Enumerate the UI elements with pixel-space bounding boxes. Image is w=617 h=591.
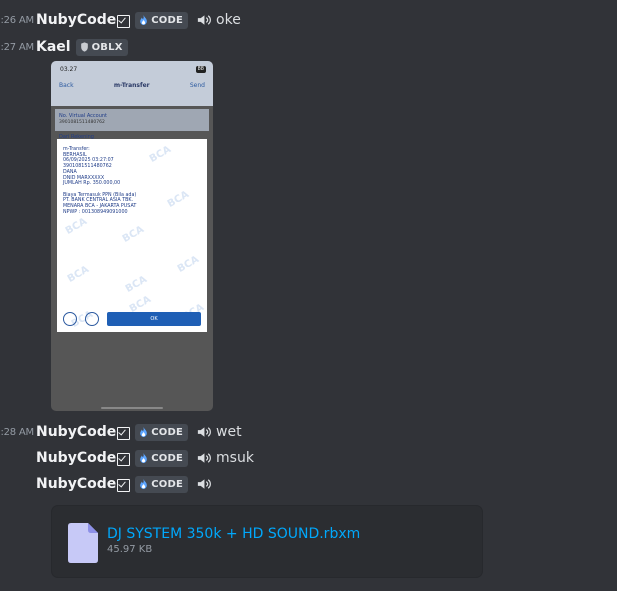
- checkbox-icon: [117, 478, 131, 492]
- speaker-icon[interactable]: [196, 451, 211, 465]
- badge-label: CODE: [151, 14, 184, 26]
- timestamp: 3:27 AM: [0, 41, 34, 53]
- message-text: oke: [216, 12, 241, 28]
- flame-icon: [140, 427, 148, 437]
- receipt-card: BCA BCA BCA BCA BCA BCA BCA BCA BCA BCA …: [57, 139, 207, 332]
- image-attachment[interactable]: 03.27 88 Back m-Transfer Send No. Virtua…: [51, 61, 213, 411]
- speaker-icon[interactable]: [196, 13, 211, 27]
- watermark: BCA: [120, 224, 146, 245]
- watermark: BCA: [175, 254, 201, 275]
- checkbox-icon: [117, 426, 131, 440]
- receipt-actions: OK: [57, 311, 207, 331]
- status-battery: 88: [195, 66, 206, 73]
- message-text: wet: [216, 424, 242, 440]
- checkbox-icon: [117, 452, 131, 466]
- message-text: msuk: [216, 450, 254, 466]
- watermark: BCA: [63, 216, 89, 237]
- ok-button: OK: [107, 312, 201, 326]
- share-icon: [63, 312, 77, 326]
- username[interactable]: NubyCode: [36, 450, 116, 466]
- username[interactable]: Kael: [36, 39, 71, 55]
- screen-title: m-Transfer: [113, 82, 150, 89]
- message-row: 3:26 AM NubyCode CODE oke: [0, 9, 241, 31]
- role-badge[interactable]: CODE: [135, 11, 189, 29]
- flame-icon: [140, 453, 148, 463]
- receipt-text: m-Transfer: BERHASIL 06/09/2025 03:27:07…: [63, 147, 137, 215]
- flame-icon: [140, 479, 148, 489]
- home-indicator: [101, 407, 163, 409]
- status-time: 03.27: [60, 66, 78, 73]
- role-badge[interactable]: CODE: [135, 475, 189, 493]
- file-size: 45.97 KB: [107, 544, 153, 555]
- badge-label: CODE: [151, 478, 184, 490]
- back-link: Back: [59, 82, 74, 89]
- va-number: 3901081511480762: [59, 120, 105, 125]
- username[interactable]: NubyCode: [36, 12, 116, 28]
- message-row: 3:27 AM Kael OBLX: [0, 36, 128, 58]
- role-badge[interactable]: CODE: [135, 449, 189, 467]
- download-icon: [85, 312, 99, 326]
- watermark: BCA: [165, 189, 191, 210]
- screenshot-header: 03.27 88 Back m-Transfer Send: [51, 61, 213, 106]
- timestamp: 3:26 AM: [0, 14, 34, 26]
- timestamp: 3:28 AM: [0, 426, 34, 438]
- watermark: BCA: [147, 144, 173, 165]
- badge-label: CODE: [151, 426, 184, 438]
- file-icon: [68, 523, 98, 563]
- checkbox-icon: [117, 14, 131, 28]
- watermark: BCA: [123, 274, 149, 295]
- username[interactable]: NubyCode: [36, 476, 116, 492]
- message-row: NubyCode CODE: [0, 473, 216, 495]
- username[interactable]: NubyCode: [36, 424, 116, 440]
- speaker-icon[interactable]: [196, 425, 211, 439]
- screenshot-nav: Back m-Transfer Send: [51, 73, 213, 89]
- badge-label: OBLX: [91, 41, 123, 53]
- speaker-icon[interactable]: [196, 477, 211, 491]
- role-badge[interactable]: OBLX: [75, 38, 128, 56]
- send-link: Send: [189, 82, 205, 89]
- watermark: BCA: [65, 264, 91, 285]
- role-badge[interactable]: CODE: [135, 423, 189, 441]
- virtual-account-box: No. Virtual Account 3901081511480762: [55, 109, 209, 131]
- va-label: No. Virtual Account: [59, 113, 108, 119]
- badge-label: CODE: [151, 452, 184, 464]
- shield-icon: [80, 42, 88, 52]
- status-bar: 03.27 88: [51, 61, 213, 73]
- message-row: NubyCode CODE msuk: [0, 447, 254, 469]
- message-row: 3:28 AM NubyCode CODE wet: [0, 421, 242, 443]
- file-name-link[interactable]: DJ SYSTEM 350k + HD SOUND.rbxm: [107, 526, 360, 542]
- file-attachment[interactable]: DJ SYSTEM 350k + HD SOUND.rbxm 45.97 KB: [51, 505, 483, 578]
- flame-icon: [140, 15, 148, 25]
